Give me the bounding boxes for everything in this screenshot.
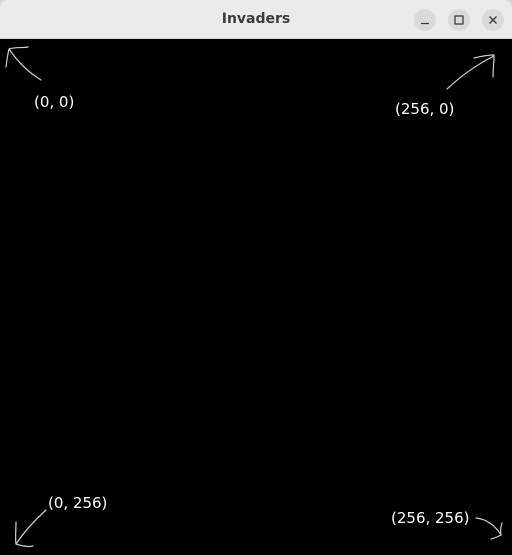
label-bottom-right-coordinate: (256, 256) (391, 509, 470, 527)
minimize-icon (421, 22, 429, 25)
label-top-right-coordinate: (256, 0) (395, 100, 455, 118)
minimize-button[interactable] (414, 9, 436, 31)
game-canvas[interactable]: (0, 0) (256, 0) (0, 256) (256, 256) (0, 39, 512, 555)
maximize-button[interactable] (448, 9, 470, 31)
label-bottom-left-coordinate: (0, 256) (48, 494, 108, 512)
close-button[interactable] (482, 9, 504, 31)
bottom-left-arrow (15, 509, 47, 545)
bottom-right-arrow (475, 517, 502, 536)
top-right-arrow (446, 55, 495, 90)
title-bar[interactable]: Invaders (0, 0, 512, 39)
close-icon (489, 16, 497, 24)
maximize-icon (454, 15, 464, 25)
app-window: Invaders (0, 0) (256, 0) (0, 256) (256, … (0, 0, 512, 555)
label-top-left-coordinate: (0, 0) (34, 93, 75, 111)
top-left-arrow-head (5, 46, 29, 68)
top-left-arrow (8, 48, 42, 81)
